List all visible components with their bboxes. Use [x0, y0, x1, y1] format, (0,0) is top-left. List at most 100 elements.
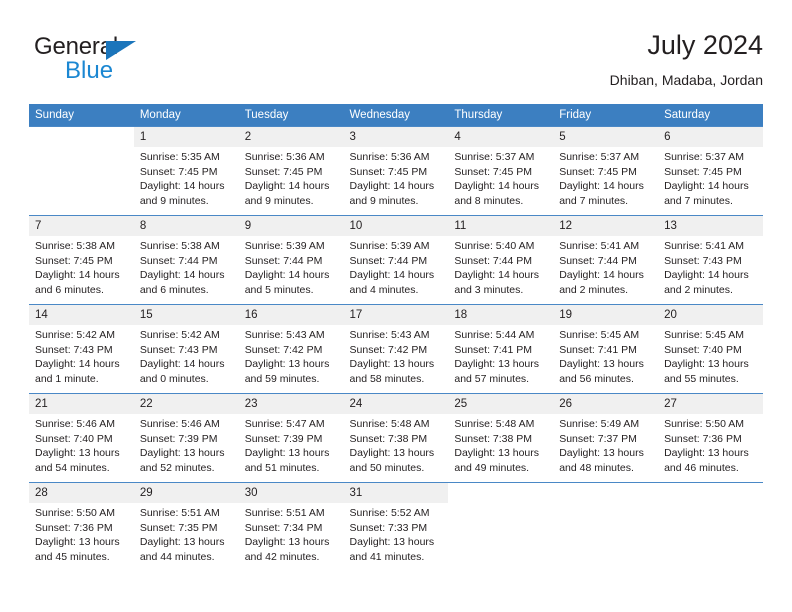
calendar-day-cell[interactable]: 21 Sunrise: 5:46 AM Sunset: 7:40 PM Dayligh… — [29, 393, 134, 483]
day-number: 14 — [29, 305, 134, 325]
sunrise-text: Sunrise: 5:50 AM — [664, 418, 745, 430]
calendar-day-cell[interactable]: 12 Sunrise: 5:41 AM Sunset: 7:44 PM Dayligh… — [553, 215, 659, 305]
calendar-week-row: 21 Sunrise: 5:46 AM Sunset: 7:40 PM Dayligh… — [29, 393, 763, 483]
calendar-day-cell[interactable]: 29 Sunrise: 5:51 AM Sunset: 7:35 PM Dayligh… — [133, 482, 239, 571]
day-detail-lines: Sunrise: 5:36 AM Sunset: 7:45 PM Daylight:… — [239, 147, 344, 208]
daylight-text: Daylight: 13 hours — [35, 447, 120, 460]
sunrise-text: Sunrise: 5:50 AM — [35, 507, 115, 519]
day-number: 22 — [133, 394, 239, 414]
calendar-day-cell[interactable]: 15 Sunrise: 5:42 AM Sunset: 7:43 PM Dayligh… — [133, 304, 239, 394]
sunset-text: Sunset: 7:45 PM — [559, 165, 637, 178]
calendar-day-cell[interactable]: 22 Sunrise: 5:46 AM Sunset: 7:39 PM Dayligh… — [133, 393, 239, 483]
sunset-text: Sunset: 7:40 PM — [35, 432, 113, 445]
calendar-day-cell[interactable]: 23 Sunrise: 5:47 AM Sunset: 7:39 PM Dayligh… — [238, 393, 344, 483]
daylight-text: Daylight: 14 hours — [35, 269, 120, 282]
calendar-week-row: 1 Sunrise: 5:35 AM Sunset: 7:45 PM Daylight… — [29, 126, 763, 216]
day-number: 6 — [658, 127, 763, 147]
day-number: 16 — [238, 305, 344, 325]
daylight-text-cont: and 2 minutes. — [559, 283, 629, 296]
generalblue-logo[interactable]: General Blue — [34, 34, 204, 90]
calendar-day-cell[interactable]: 4 Sunrise: 5:37 AM Sunset: 7:45 PM Daylight… — [448, 126, 554, 216]
calendar-day-cell[interactable]: 24 Sunrise: 5:48 AM Sunset: 7:38 PM Dayligh… — [343, 393, 449, 483]
sunset-text: Sunset: 7:42 PM — [349, 343, 428, 356]
day-cell-inner: 13 Sunrise: 5:41 AM Sunset: 7:43 PM Dayligh… — [658, 216, 763, 304]
sunrise-text: Sunrise: 5:48 AM — [349, 418, 430, 430]
day-cell-inner: 18 Sunrise: 5:44 AM Sunset: 7:41 PM Dayligh… — [448, 305, 554, 393]
sunrise-text: Sunrise: 5:38 AM — [35, 240, 115, 252]
day-detail-lines: Sunrise: 5:44 AM Sunset: 7:41 PM Daylight:… — [448, 325, 553, 386]
day-number: 31 — [343, 483, 449, 503]
sunset-text: Sunset: 7:40 PM — [664, 343, 742, 356]
calendar-day-cell[interactable]: 9 Sunrise: 5:39 AM Sunset: 7:44 PM Daylight… — [238, 215, 344, 305]
day-detail-lines: Sunrise: 5:39 AM Sunset: 7:44 PM Daylight:… — [344, 236, 449, 297]
sunset-text: Sunset: 7:41 PM — [559, 343, 637, 356]
calendar-day-cell[interactable]: 8 Sunrise: 5:38 AM Sunset: 7:44 PM Daylight… — [133, 215, 239, 305]
calendar-day-cell[interactable]: 13 Sunrise: 5:41 AM Sunset: 7:43 PM Dayligh… — [658, 215, 763, 305]
day-number: 25 — [448, 394, 554, 414]
calendar-day-cell[interactable]: 3 Sunrise: 5:36 AM Sunset: 7:45 PM Daylight… — [343, 126, 449, 216]
calendar-day-cell[interactable]: 18 Sunrise: 5:44 AM Sunset: 7:41 PM Dayligh… — [448, 304, 554, 394]
day-number — [553, 483, 659, 510]
calendar-day-cell[interactable]: 10 Sunrise: 5:39 AM Sunset: 7:44 PM Dayligh… — [343, 215, 449, 305]
sunset-text: Sunset: 7:45 PM — [664, 165, 742, 178]
day-detail-lines: Sunrise: 5:37 AM Sunset: 7:45 PM Daylight:… — [658, 147, 763, 208]
day-cell-inner: 21 Sunrise: 5:46 AM Sunset: 7:40 PM Dayligh… — [29, 394, 134, 482]
sunset-text: Sunset: 7:42 PM — [244, 343, 323, 356]
daylight-text-cont: and 9 minutes. — [139, 194, 209, 207]
calendar-day-cell[interactable]: 31 Sunrise: 5:52 AM Sunset: 7:33 PM Dayligh… — [343, 482, 449, 571]
calendar-day-cell[interactable]: 1 Sunrise: 5:35 AM Sunset: 7:45 PM Daylight… — [133, 126, 239, 216]
daylight-text: Daylight: 13 hours — [244, 536, 330, 549]
day-detail-lines: Sunrise: 5:46 AM Sunset: 7:39 PM Daylight:… — [134, 414, 239, 475]
daylight-text-cont: and 58 minutes. — [349, 372, 425, 385]
daylight-text: Daylight: 13 hours — [559, 447, 644, 460]
calendar-day-cell[interactable]: 2 Sunrise: 5:36 AM Sunset: 7:45 PM Daylight… — [238, 126, 344, 216]
day-cell-inner: 15 Sunrise: 5:42 AM Sunset: 7:43 PM Dayligh… — [133, 305, 239, 393]
day-number: 3 — [343, 127, 449, 147]
day-cell-inner: 7 Sunrise: 5:38 AM Sunset: 7:45 PM Daylight… — [29, 216, 134, 304]
calendar-day-cell[interactable]: 6 Sunrise: 5:37 AM Sunset: 7:45 PM Daylight… — [658, 126, 763, 216]
day-detail-lines: Sunrise: 5:39 AM Sunset: 7:44 PM Daylight:… — [239, 236, 344, 297]
sunset-text: Sunset: 7:44 PM — [349, 254, 428, 267]
daylight-text-cont: and 50 minutes. — [349, 461, 425, 474]
calendar-day-cell[interactable]: 30 Sunrise: 5:51 AM Sunset: 7:34 PM Dayligh… — [238, 482, 344, 571]
calendar-day-cell[interactable]: 17 Sunrise: 5:43 AM Sunset: 7:42 PM Dayligh… — [343, 304, 449, 394]
calendar-day-cell[interactable]: 19 Sunrise: 5:45 AM Sunset: 7:41 PM Dayligh… — [553, 304, 659, 394]
day-detail-lines: Sunrise: 5:46 AM Sunset: 7:40 PM Daylight:… — [29, 414, 134, 475]
day-number: 2 — [238, 127, 344, 147]
day-cell-inner: 6 Sunrise: 5:37 AM Sunset: 7:45 PM Daylight… — [658, 127, 763, 215]
sunrise-text: Sunrise: 5:37 AM — [454, 151, 535, 163]
sunrise-text: Sunrise: 5:38 AM — [139, 240, 220, 252]
sunrise-text: Sunrise: 5:42 AM — [35, 329, 115, 341]
calendar-day-cell[interactable]: 11 Sunrise: 5:40 AM Sunset: 7:44 PM Dayligh… — [448, 215, 554, 305]
sunrise-text: Sunrise: 5:51 AM — [139, 507, 220, 519]
calendar-day-cell[interactable]: 7 Sunrise: 5:38 AM Sunset: 7:45 PM Daylight… — [29, 215, 134, 305]
daylight-text: Daylight: 13 hours — [559, 358, 644, 371]
calendar-body: 1 Sunrise: 5:35 AM Sunset: 7:45 PM Daylight… — [29, 126, 763, 571]
day-detail-lines: Sunrise: 5:41 AM Sunset: 7:43 PM Daylight:… — [658, 236, 763, 297]
calendar-day-cell[interactable]: 14 Sunrise: 5:42 AM Sunset: 7:43 PM Dayligh… — [29, 304, 134, 394]
calendar-day-cell[interactable]: 26 Sunrise: 5:49 AM Sunset: 7:37 PM Dayligh… — [553, 393, 659, 483]
sunset-text: Sunset: 7:41 PM — [454, 343, 533, 356]
day-cell-inner: 11 Sunrise: 5:40 AM Sunset: 7:44 PM Dayligh… — [448, 216, 554, 304]
daylight-text: Daylight: 14 hours — [244, 269, 330, 282]
daylight-text-cont: and 54 minutes. — [35, 461, 110, 474]
daylight-text-cont: and 4 minutes. — [349, 283, 419, 296]
sunset-text: Sunset: 7:36 PM — [35, 521, 113, 534]
day-detail-lines: Sunrise: 5:43 AM Sunset: 7:42 PM Daylight:… — [344, 325, 449, 386]
day-number: 11 — [448, 216, 554, 236]
day-cell-inner: 28 Sunrise: 5:50 AM Sunset: 7:36 PM Dayligh… — [29, 483, 134, 571]
day-number: 30 — [238, 483, 344, 503]
weekday-header-saturday: Saturday — [658, 104, 763, 127]
sunrise-text: Sunrise: 5:39 AM — [349, 240, 430, 252]
calendar-day-cell[interactable]: 20 Sunrise: 5:45 AM Sunset: 7:40 PM Dayligh… — [658, 304, 763, 394]
calendar-day-cell[interactable]: 28 Sunrise: 5:50 AM Sunset: 7:36 PM Dayligh… — [29, 482, 134, 571]
calendar-day-cell[interactable]: 5 Sunrise: 5:37 AM Sunset: 7:45 PM Daylight… — [553, 126, 659, 216]
sunset-text: Sunset: 7:34 PM — [244, 521, 323, 534]
calendar-day-cell[interactable]: 25 Sunrise: 5:48 AM Sunset: 7:38 PM Dayligh… — [448, 393, 554, 483]
daylight-text: Daylight: 14 hours — [664, 180, 749, 193]
day-cell-inner: 29 Sunrise: 5:51 AM Sunset: 7:35 PM Dayligh… — [133, 483, 239, 571]
weekday-header-monday: Monday — [133, 104, 239, 127]
calendar-day-cell[interactable]: 16 Sunrise: 5:43 AM Sunset: 7:42 PM Dayligh… — [238, 304, 344, 394]
day-detail-lines: Sunrise: 5:47 AM Sunset: 7:39 PM Daylight:… — [239, 414, 344, 475]
calendar-day-cell[interactable]: 27 Sunrise: 5:50 AM Sunset: 7:36 PM Dayligh… — [658, 393, 763, 483]
